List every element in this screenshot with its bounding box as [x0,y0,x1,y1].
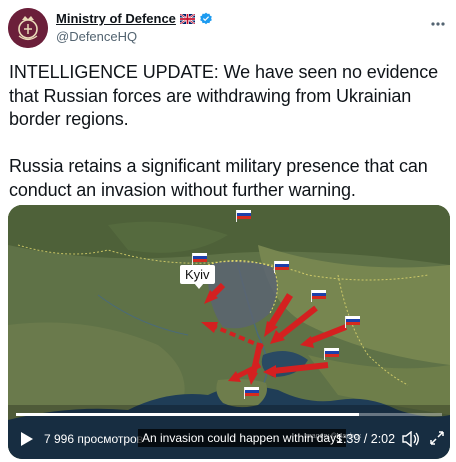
uk-flag-icon [179,13,195,24]
crest-icon [8,8,48,48]
video-progress-bar[interactable] [16,413,442,416]
kyiv-label-pointer [194,283,204,289]
kyiv-map-label: Kyiv [180,265,215,284]
verified-badge-icon [199,12,213,26]
handle[interactable]: @DefenceHQ [56,29,137,44]
tweet-text: INTELLIGENCE UPDATE: We have seen no evi… [9,62,439,200]
more-icon[interactable] [428,14,448,34]
fullscreen-icon[interactable] [430,431,444,445]
video-controls: 7 996 просмотров An invasion could happe… [8,423,450,455]
tweet-header: Ministry of Defence @DefenceHQ [8,8,448,52]
view-count: 7 996 просмотров [44,432,144,446]
video-player[interactable]: Kyiv 7 996 просмотров An invasion could … [8,205,450,459]
avatar[interactable] [8,8,48,48]
ukraine-map-image [8,205,450,459]
play-icon[interactable] [20,431,34,447]
imagery-credit: Imagery ©Mapbox [304,433,362,440]
name-row: Ministry of Defence [56,11,213,26]
volume-icon[interactable] [402,431,420,447]
display-name[interactable]: Ministry of Defence [56,11,176,26]
video-progress-fill [16,413,360,416]
